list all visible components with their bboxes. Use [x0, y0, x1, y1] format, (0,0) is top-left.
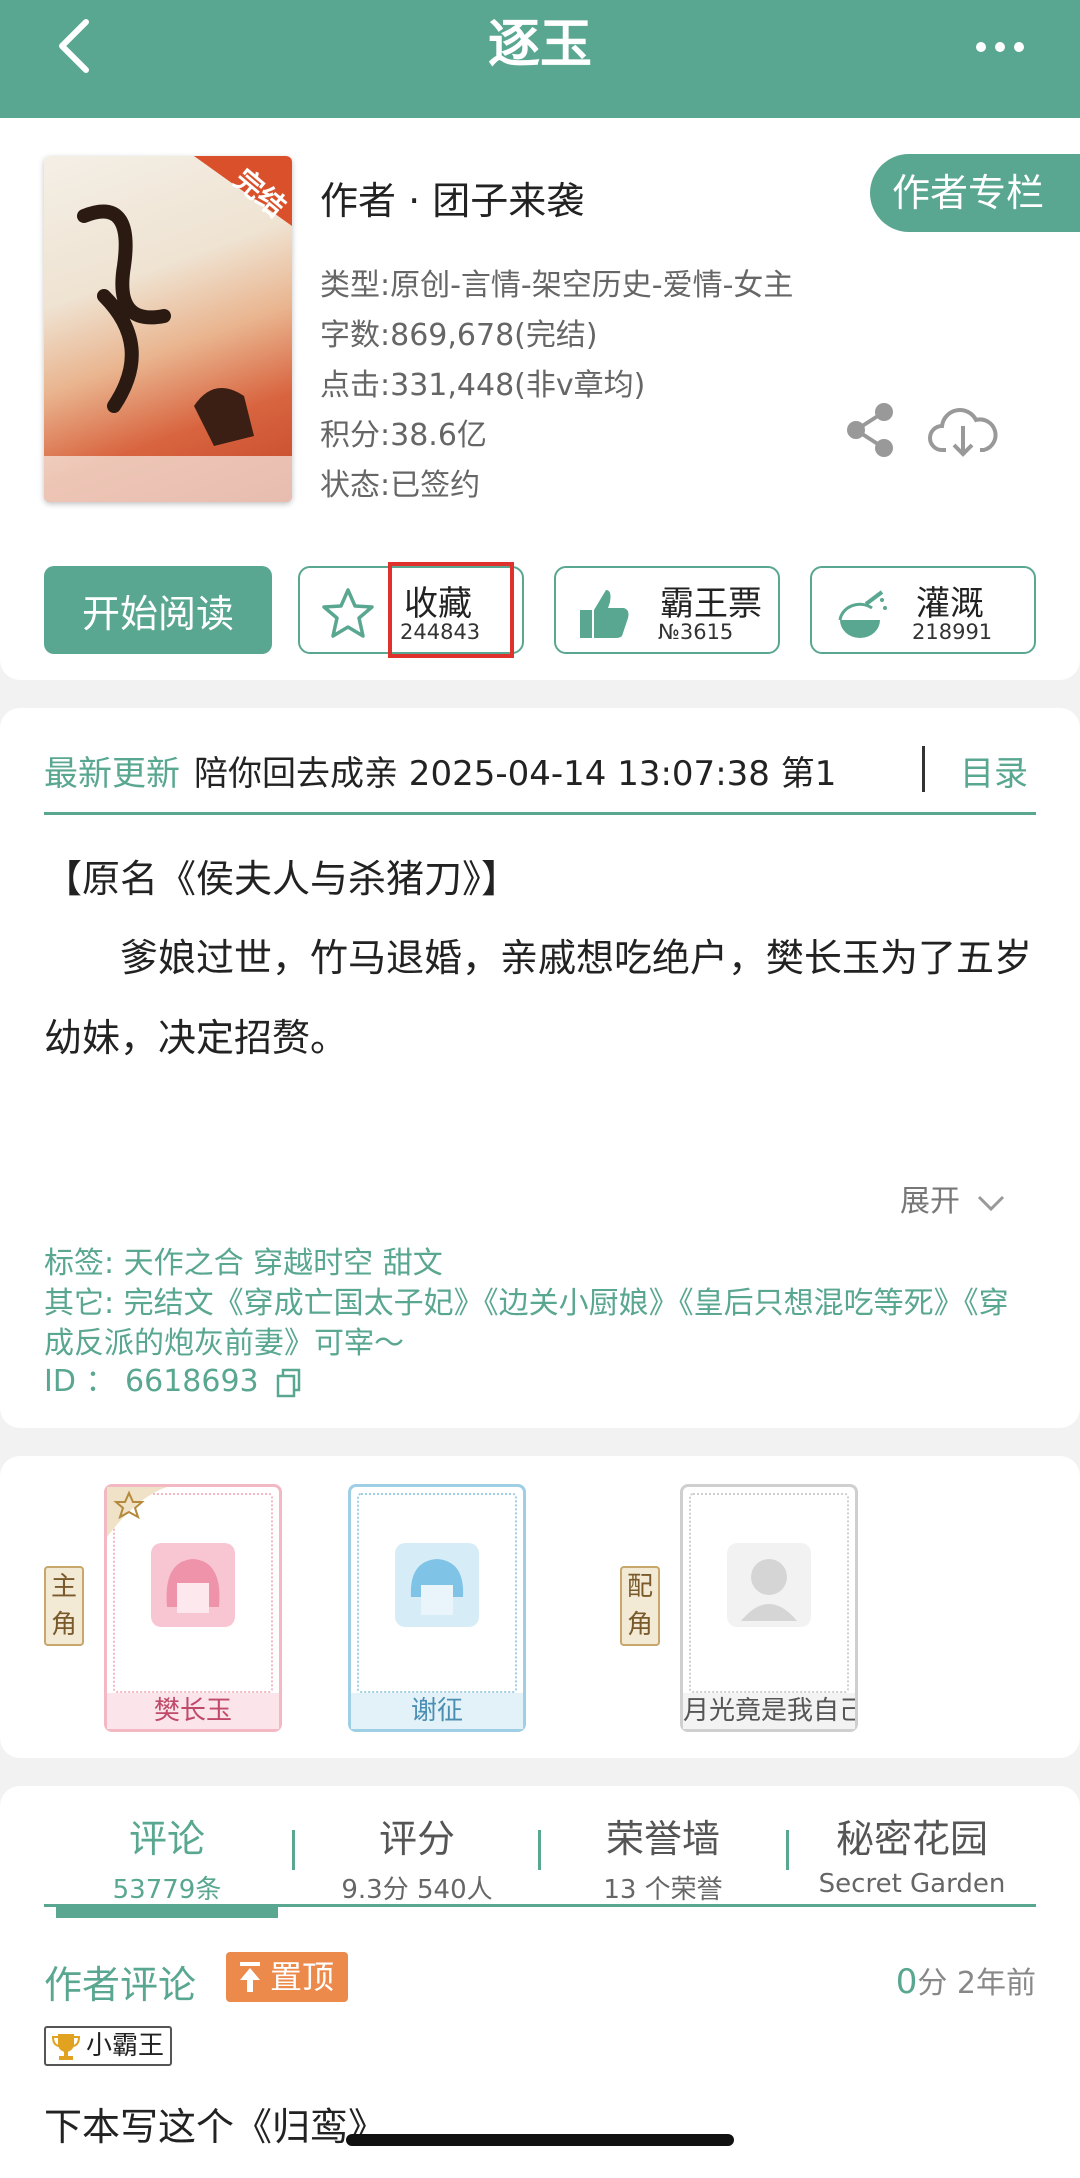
comment-text: 下本写这个《归鸾》: [44, 2105, 387, 2149]
synopsis: 爹娘过世，竹马退婚，亲戚想吃绝户，樊长玉为了五岁幼妹，决定招赘。: [44, 936, 1033, 1060]
book-word-count: 字数:869,678(完结): [320, 318, 598, 353]
role-card-xie-zheng[interactable]: 谢征: [348, 1484, 526, 1732]
top-bar: 逐玉: [0, 0, 1080, 118]
bawang-count: №3615: [658, 620, 734, 644]
main-role-tag: 主角: [44, 1566, 84, 1646]
tags: 标签: 天作之合 穿越时空 甜文: [44, 1246, 443, 1281]
score-time: 分 2年前: [917, 1966, 1036, 2001]
share-icon[interactable]: [840, 400, 900, 460]
thumbs-up-icon: [580, 590, 629, 638]
irrigate-label: 灌溉: [916, 584, 984, 624]
page-title: 逐玉: [487, 15, 592, 75]
roles-card: 主角 樊长玉 谢征 配角 月光竟是我自己: [0, 1456, 1080, 1758]
favorite-star-icon: [107, 1487, 167, 1537]
author-comment-heading: 作者评论: [44, 1963, 197, 2007]
rank-label: 小霸王: [86, 2031, 165, 2061]
support-role-tag: 配角: [620, 1566, 660, 1646]
latest-update-label: 最新更新: [44, 754, 180, 794]
more-button[interactable]: [970, 22, 1030, 72]
book-cover[interactable]: 完结: [44, 156, 292, 502]
tab-separator: [292, 1830, 295, 1870]
tab-honor-wall[interactable]: 荣誉墙 13 个荣誉: [556, 1808, 770, 1906]
author-name[interactable]: 作者 · 团子来袭: [320, 170, 584, 225]
cloud-download-icon[interactable]: [928, 400, 998, 460]
irrigate-button[interactable]: 灌溉 218991: [810, 566, 1036, 654]
star-icon: [322, 588, 374, 638]
start-reading-button[interactable]: 开始阅读: [44, 566, 272, 654]
score-number: 0: [895, 1962, 918, 2002]
tab-separator: [538, 1830, 541, 1870]
divider: [922, 746, 925, 792]
tab-separator: [786, 1830, 789, 1870]
tab-rating[interactable]: 评分 9.3分 540人: [310, 1808, 524, 1906]
more-dots-icon: [976, 42, 1024, 52]
comment-card: 评论 53779条 评分 9.3分 540人 荣誉墙 13 个荣誉 秘密花园 S…: [0, 1786, 1080, 2178]
description-card: 最新更新 陪你回去成亲 2025-04-14 13:07:38 第1 目录 【原…: [0, 708, 1080, 1428]
home-indicator[interactable]: [346, 2134, 734, 2146]
latest-update-text: 陪你回去成亲 2025-04-14 13:07:38 第1: [194, 754, 837, 794]
avatar: [151, 1543, 235, 1627]
role-name: 月光竟是我自己: [683, 1693, 855, 1729]
bawang-ticket-button[interactable]: 霸王票 №3615: [554, 566, 780, 654]
chevron-down-icon: [977, 1195, 1004, 1211]
role-card-moonlight[interactable]: 月光竟是我自己: [680, 1484, 858, 1732]
bawang-label: 霸王票: [660, 584, 762, 624]
collect-highlight-box: [388, 562, 514, 658]
pin-up-icon: [240, 1962, 260, 1992]
role-name: 樊长玉: [107, 1693, 279, 1729]
book-id-row: ID ： 6618693: [44, 1362, 1034, 1402]
tab-sub: 13 个荣誉: [603, 1875, 723, 1905]
irrigate-count: 218991: [912, 620, 993, 644]
author-column-button[interactable]: 作者专栏: [870, 154, 1080, 232]
latest-update-row[interactable]: 最新更新 陪你回去成亲 2025-04-14 13:07:38 第1 目录: [44, 738, 1036, 800]
role-name: 谢征: [351, 1693, 523, 1729]
tab-comments[interactable]: 评论 53779条: [60, 1808, 274, 1906]
book-clicks: 点击:331,448(非v章均): [320, 368, 646, 403]
tab-title: 评分: [378, 1817, 455, 1861]
expand-label: 展开: [900, 1184, 960, 1219]
book-info-card: 完结 作者 · 团子来袭 作者专栏 类型:原创-言情-架空历史-爱情-女主 字数…: [0, 118, 1080, 680]
other-works[interactable]: 其它: 完结文《穿成亡国太子妃》《边关小厨娘》《皇后只想混吃等死》《穿成反派的炮…: [44, 1284, 1034, 1364]
tab-title: 荣誉墙: [605, 1817, 720, 1861]
tab-sub: Secret Garden: [818, 1869, 1006, 1899]
book-type: 类型:原创-言情-架空历史-爱情-女主: [320, 268, 794, 303]
tab-sub: 53779条: [112, 1875, 222, 1905]
comment-score: 0分 2年前: [896, 1958, 1036, 2002]
rank-badge: 小霸王: [44, 2026, 172, 2066]
tab-secret-garden[interactable]: 秘密花园 Secret Garden: [804, 1808, 1020, 1899]
active-tab-indicator: [56, 1904, 278, 1918]
pinned-badge: 置顶: [226, 1952, 348, 2002]
copy-icon[interactable]: [276, 1368, 302, 1398]
original-name: 【原名《侯夫人与杀猪刀》】: [44, 857, 520, 901]
book-status: 状态:已签约: [320, 468, 481, 503]
role-card-fan-changyu[interactable]: 樊长玉: [104, 1484, 282, 1732]
tab-title: 秘密花园: [835, 1817, 988, 1861]
book-points: 积分:38.6亿: [320, 418, 487, 453]
avatar: [727, 1543, 811, 1627]
watering-bottle-icon: [838, 590, 887, 638]
trophy-icon: [52, 2034, 80, 2060]
expand-button[interactable]: 展开: [900, 1176, 1006, 1220]
toc-link[interactable]: 目录: [960, 746, 1028, 795]
tab-sub: 9.3分 540人: [341, 1875, 493, 1905]
pinned-label: 置顶: [270, 1958, 335, 1996]
divider-line: [44, 812, 1036, 815]
tab-title: 评论: [128, 1817, 205, 1861]
book-id: ID ： 6618693: [44, 1364, 259, 1399]
avatar: [395, 1543, 479, 1627]
